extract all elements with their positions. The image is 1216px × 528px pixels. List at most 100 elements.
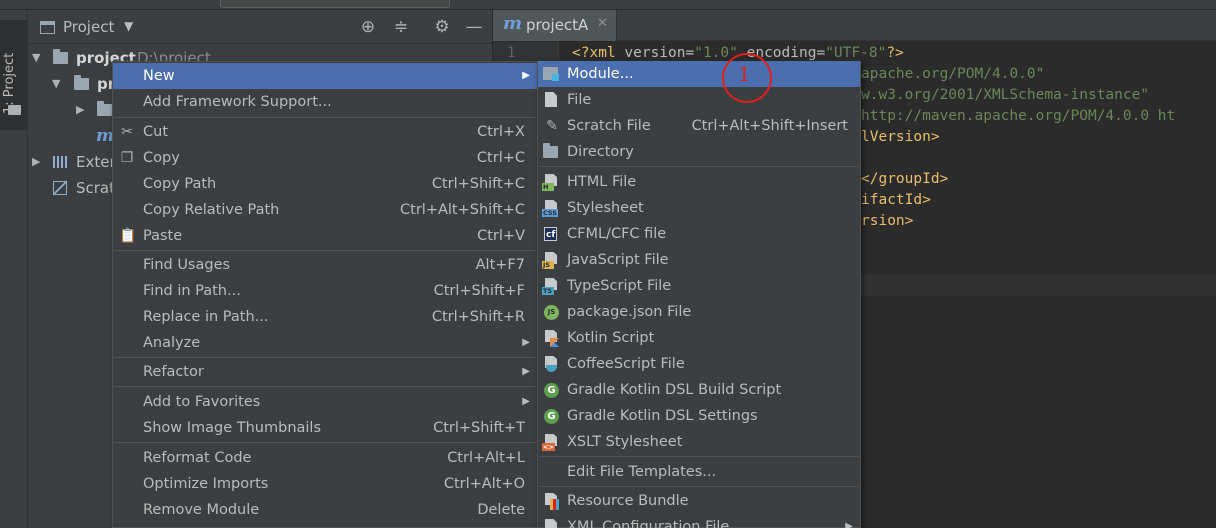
submenu-item-scratch-file[interactable]: ✎ Scratch File Ctrl+Alt+Shift+Insert (538, 113, 860, 139)
menu-item-shortcut: Ctrl+C (476, 150, 525, 166)
close-icon[interactable]: ✕ (597, 16, 608, 31)
menu-item-new[interactable]: New ▶ (113, 63, 537, 89)
menu-item-label: Resource Bundle (567, 493, 689, 509)
submenu-item-gradle-kotlin-dsl-build-script[interactable]: G Gradle Kotlin DSL Build Script (538, 377, 860, 403)
menu-item-shortcut: Delete (477, 502, 525, 518)
project-tool-tab[interactable]: 1: Project (0, 20, 28, 130)
scratch-icon (53, 181, 67, 195)
menu-item-label: Cut (143, 124, 168, 140)
gradle-icon: G (544, 383, 559, 398)
menu-item-show-image-thumbnails[interactable]: Show Image Thumbnails Ctrl+Shift+T (113, 415, 537, 441)
target-icon[interactable]: ⊕ (357, 16, 379, 38)
menu-item-find-usages[interactable]: Find Usages Alt+F7 (113, 252, 537, 278)
menu-item-add-to-favorites[interactable]: Add to Favorites ▶ (113, 389, 537, 415)
submenu-item-typescript-file[interactable]: TS TypeScript File (538, 273, 860, 299)
menu-item-shortcut: Ctrl+X (477, 124, 525, 140)
menu-item-copy-path[interactable]: Copy Path Ctrl+Shift+C (113, 171, 537, 197)
submenu-item-directory[interactable]: Directory (538, 139, 860, 165)
menu-item-label: JavaScript File (567, 252, 669, 268)
submenu-arrow-icon: ▶ (845, 521, 853, 528)
menu-item-cut[interactable]: ✂ Cut Ctrl+X (113, 119, 537, 145)
menu-item-optimize-imports[interactable]: Optimize Imports Ctrl+Alt+O (113, 471, 537, 497)
menu-item-label: Remove Module (143, 502, 260, 518)
menu-item-label: Module... (567, 66, 634, 82)
menu-item-label: File (567, 92, 592, 108)
css-file-icon: CSS (542, 200, 560, 217)
coffeescript-file-icon (542, 356, 560, 373)
project-panel-title[interactable]: Project (63, 18, 114, 36)
submenu-item-edit-file-templates[interactable]: Edit File Templates... (538, 459, 860, 485)
submenu-item-cfml-file[interactable]: cf CFML/CFC file (538, 221, 860, 247)
scratch-file-icon: ✎ (546, 118, 558, 134)
menu-item-label: XML Configuration File (567, 519, 730, 528)
menu-item-label: Kotlin Script (567, 330, 655, 346)
minimize-icon[interactable]: — (463, 16, 485, 38)
menu-separator (539, 486, 859, 487)
menu-item-label: Find in Path... (143, 283, 241, 299)
menu-item-label: Add to Favorites (143, 394, 261, 410)
submenu-arrow-icon: ▶ (522, 366, 530, 377)
gear-icon[interactable]: ⚙ (431, 16, 453, 38)
toolbar-combo[interactable] (220, 0, 450, 8)
menu-item-label: package.json File (567, 304, 692, 320)
menu-item-label: Copy Path (143, 176, 217, 192)
menu-item-replace-in-path[interactable]: Replace in Path... Ctrl+Shift+R (113, 304, 537, 330)
chevron-right-icon[interactable]: ▶ (32, 149, 40, 175)
submenu-item-html-file[interactable]: H HTML File (538, 169, 860, 195)
menu-item-analyze[interactable]: Analyze ▶ (113, 330, 537, 356)
line-number: 1 (507, 45, 516, 61)
project-tool-tab-label: 1: Project (2, 52, 17, 114)
module-folder-icon (53, 49, 68, 64)
menu-item-copy[interactable]: ❐ Copy Ctrl+C (113, 145, 537, 171)
menu-item-shortcut: Ctrl+Alt+L (447, 450, 525, 466)
menu-item-shortcut: Ctrl+V (477, 228, 525, 244)
kotlin-file-icon (542, 330, 560, 347)
menu-item-paste[interactable]: 📋 Paste Ctrl+V (113, 223, 537, 249)
submenu-item-coffeescript-file[interactable]: CoffeeScript File (538, 351, 860, 377)
module-folder-icon (74, 75, 89, 90)
menu-separator (114, 357, 536, 358)
chevron-down-icon[interactable]: ▼ (124, 19, 133, 33)
menu-item-copy-relative-path[interactable]: Copy Relative Path Ctrl+Alt+Shift+C (113, 197, 537, 223)
submenu-item-module[interactable]: Module... (538, 61, 860, 87)
menu-item-shortcut: Ctrl+Alt+O (443, 476, 525, 492)
menu-item-label: Gradle Kotlin DSL Settings (567, 408, 758, 424)
submenu-item-resource-bundle[interactable]: Resource Bundle (538, 488, 860, 514)
menu-item-remove-module[interactable]: Remove Module Delete (113, 497, 537, 523)
submenu-item-kotlin-script[interactable]: Kotlin Script (538, 325, 860, 351)
chevron-down-icon[interactable]: ▼ (32, 45, 40, 71)
menu-separator (539, 456, 859, 457)
editor-tab-projecta[interactable]: m projectA ✕ (493, 10, 617, 41)
xslt-file-icon: <> (542, 434, 560, 451)
menu-separator (539, 166, 859, 167)
submenu-item-javascript-file[interactable]: JS JavaScript File (538, 247, 860, 273)
menu-item-shortcut: Alt+F7 (475, 257, 525, 273)
clipboard-icon: 📋 (119, 228, 137, 244)
submenu-item-xslt-stylesheet[interactable]: <> XSLT Stylesheet (538, 429, 860, 455)
submenu-item-xml-configuration-file[interactable]: XML Configuration File ▶ (538, 514, 860, 528)
menu-item-shortcut: Ctrl+Alt+Shift+Insert (691, 118, 848, 134)
menu-item-reformat-code[interactable]: Reformat Code Ctrl+Alt+L (113, 445, 537, 471)
menu-item-shortcut: Ctrl+Shift+R (431, 309, 525, 325)
submenu-item-gradle-kotlin-dsl-settings[interactable]: G Gradle Kotlin DSL Settings (538, 403, 860, 429)
collapse-icon[interactable]: ≑ (390, 16, 412, 38)
menu-item-label: Replace in Path... (143, 309, 269, 325)
scissors-icon: ✂ (121, 124, 133, 140)
xml-file-icon (545, 519, 557, 528)
menu-item-shortcut: Ctrl+Shift+C (431, 176, 525, 192)
project-context-menu: New ▶ Add Framework Support... ✂ Cut Ctr… (112, 61, 538, 528)
menu-separator (114, 442, 536, 443)
menu-item-label: Scratch File (567, 118, 651, 134)
menu-item-find-in-path[interactable]: Find in Path... Ctrl+Shift+F (113, 278, 537, 304)
code-line-2: apache.org/POM/4.0.0" (861, 66, 1045, 82)
submenu-item-stylesheet[interactable]: CSS Stylesheet (538, 195, 860, 221)
left-tool-strip: 1: Project (0, 10, 28, 528)
submenu-item-file[interactable]: File (538, 87, 860, 113)
menu-item-add-framework-support[interactable]: Add Framework Support... (113, 89, 537, 115)
chevron-down-icon[interactable]: ▼ (52, 71, 60, 97)
window-icon (40, 21, 55, 34)
menu-item-refactor[interactable]: Refactor ▶ (113, 359, 537, 385)
menu-item-label: Paste (143, 228, 183, 244)
chevron-right-icon[interactable]: ▶ (76, 97, 84, 123)
submenu-item-package-json-file[interactable]: JS package.json File (538, 299, 860, 325)
